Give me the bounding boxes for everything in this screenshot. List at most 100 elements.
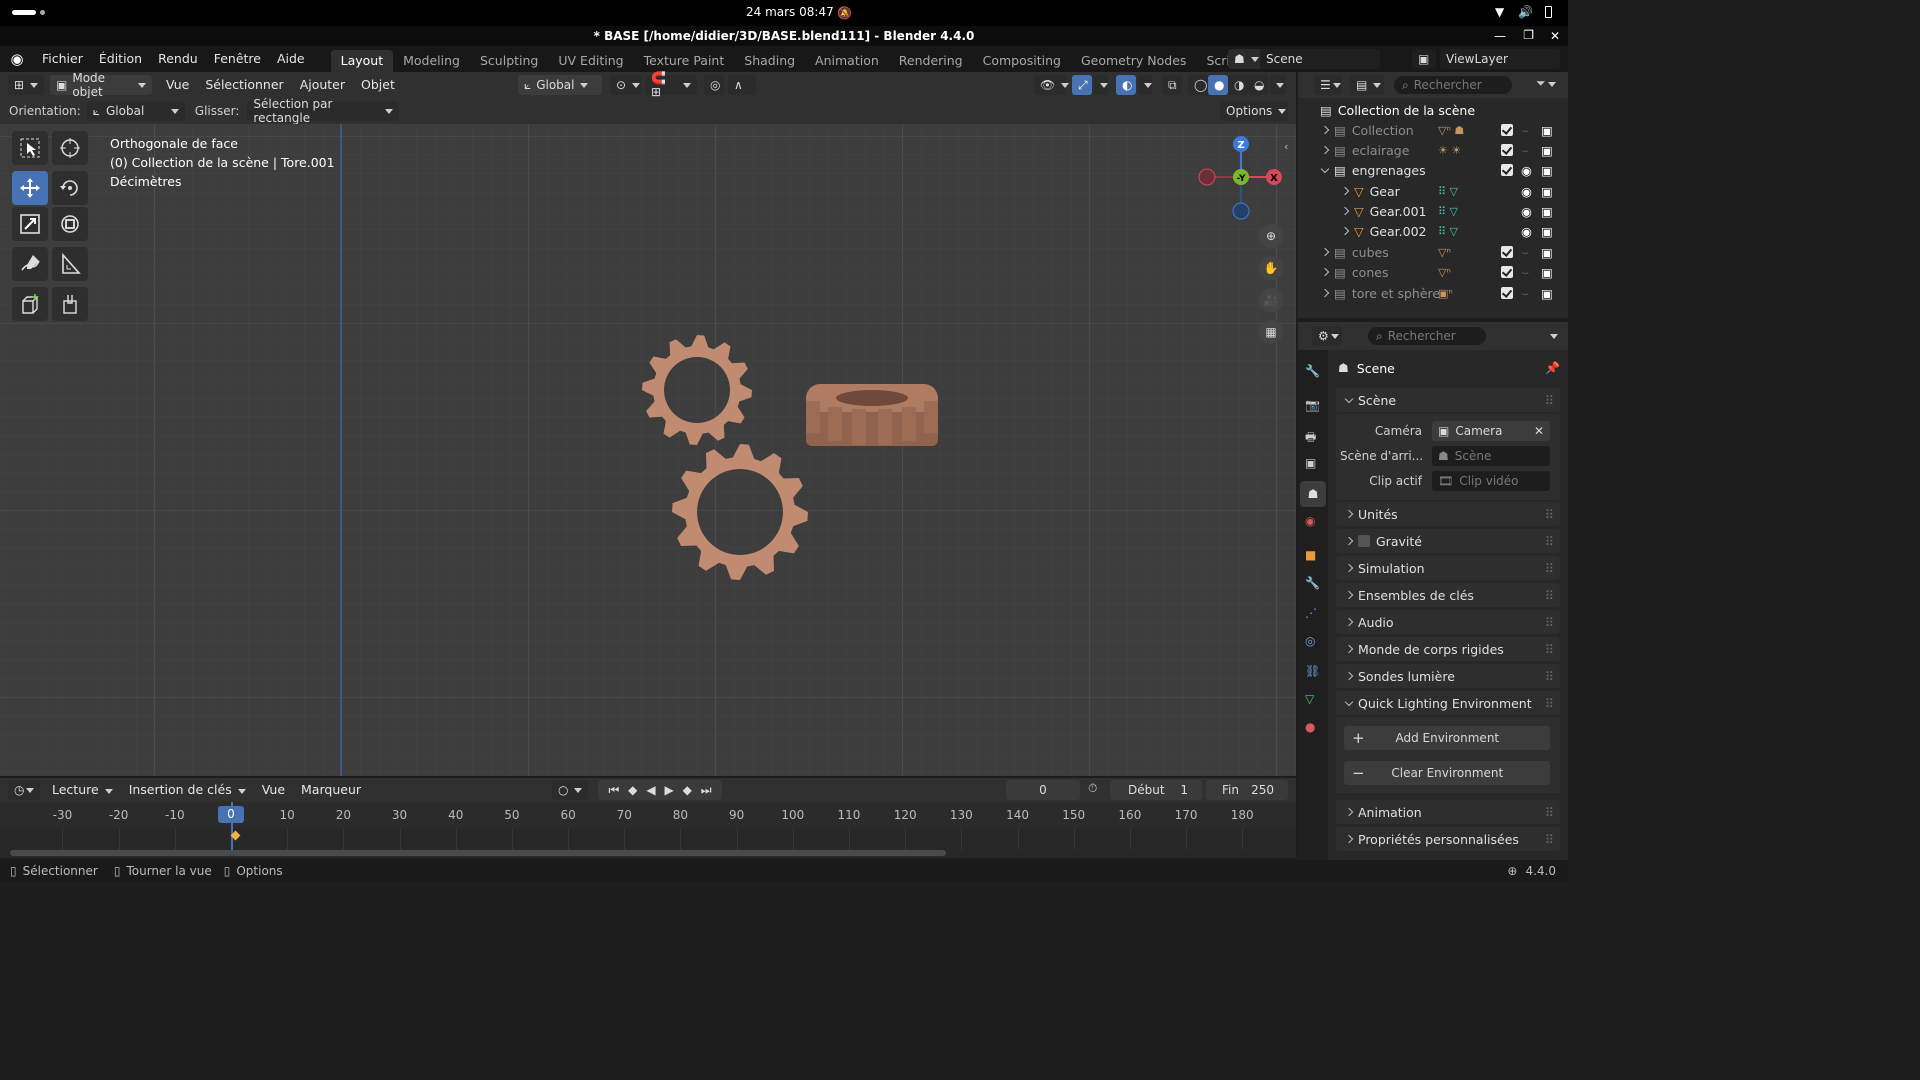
- drag-handle-icon[interactable]: ⠿: [1545, 534, 1554, 549]
- zoom-icon[interactable]: ⊕: [1259, 224, 1283, 248]
- gear-002-object[interactable]: [806, 384, 938, 446]
- filter-icon[interactable]: ⏷: [1536, 76, 1556, 91]
- tab-texture-paint[interactable]: Texture Paint: [634, 50, 735, 72]
- animation-panel-header[interactable]: Animation ⠿: [1336, 800, 1560, 824]
- tab-rendering[interactable]: Rendering: [889, 50, 973, 72]
- outliner-row[interactable]: ▽ Gear.001 ⠿ ▽ ◉ ▣: [1298, 201, 1568, 221]
- measure-tool-icon[interactable]: [52, 247, 88, 281]
- custom-properties-panel-header[interactable]: Propriétés personnalisées ⠿: [1336, 827, 1560, 851]
- mode-selector[interactable]: ▣ Mode objet: [50, 71, 152, 99]
- prev-keyframe-icon[interactable]: ◆: [628, 783, 637, 797]
- pin-icon[interactable]: 📌: [1545, 361, 1560, 375]
- 3d-viewport[interactable]: Orthogonale de face (0) Collection de la…: [0, 124, 1296, 776]
- battery-icon[interactable]: [1545, 6, 1552, 18]
- render-camera-icon[interactable]: ▣: [1541, 143, 1553, 158]
- eye-icon[interactable]: ◉: [1521, 163, 1532, 178]
- tab-compositing[interactable]: Compositing: [973, 50, 1071, 72]
- close-icon[interactable]: ✕: [1550, 26, 1560, 46]
- gizmo-toggle-icon[interactable]: ⤢: [1072, 75, 1092, 95]
- gizmo-neg-z-handle[interactable]: [1232, 202, 1250, 220]
- particles-tab-icon[interactable]: ⋰: [1305, 606, 1317, 620]
- render-camera-icon[interactable]: ▣: [1541, 123, 1553, 138]
- menu-marker[interactable]: Marqueur: [293, 780, 369, 800]
- exclude-checkbox[interactable]: [1501, 144, 1513, 156]
- cursor-tool-icon[interactable]: [52, 131, 88, 165]
- maximize-icon[interactable]: ❐: [1523, 25, 1534, 45]
- overlays-toggle-icon[interactable]: ◐: [1116, 75, 1136, 95]
- gizmo-neg-x-handle[interactable]: [1198, 168, 1216, 186]
- expand-chevron-icon[interactable]: [1320, 125, 1330, 135]
- eye-closed-icon[interactable]: ⌣: [1521, 122, 1529, 138]
- extrude-tool-icon[interactable]: [52, 287, 88, 321]
- play-icon[interactable]: ▶: [664, 783, 673, 797]
- eye-icon[interactable]: ◉: [1521, 184, 1532, 199]
- panel-header[interactable]: Ensembles de clés ⠿: [1336, 583, 1560, 607]
- expand-chevron-icon[interactable]: [1340, 206, 1350, 216]
- render-camera-icon[interactable]: ▣: [1541, 204, 1553, 219]
- expand-chevron-icon[interactable]: [1340, 186, 1350, 196]
- constraints-tab-icon[interactable]: ⛓: [1305, 664, 1320, 678]
- collapse-chevron-icon[interactable]: [1320, 164, 1330, 173]
- volume-icon[interactable]: 🔊: [1518, 5, 1533, 19]
- drag-handle-icon[interactable]: ⠿: [1545, 805, 1554, 820]
- panel-header[interactable]: Simulation ⠿: [1336, 556, 1560, 580]
- drag-handle-icon[interactable]: ⠿: [1545, 507, 1554, 522]
- panel-header[interactable]: Monde de corps rigides ⠿: [1336, 637, 1560, 661]
- timeline-scrollbar[interactable]: [10, 850, 946, 856]
- render-camera-icon[interactable]: ▣: [1541, 265, 1553, 280]
- camera-field[interactable]: ▣ Camera ✕: [1432, 421, 1550, 441]
- transform-orientation-dropdown[interactable]: ⟀ Global: [518, 75, 602, 95]
- wifi-icon[interactable]: ▼: [1495, 5, 1504, 19]
- outliner-row[interactable]: ▤ eclairage ☀ ☀ ⌣ ▣: [1298, 140, 1568, 160]
- eye-closed-icon[interactable]: ⌣: [1521, 285, 1529, 301]
- sidebar-toggle-chevron-icon[interactable]: ‹: [1284, 140, 1288, 153]
- camera-view-icon[interactable]: 🎥: [1259, 288, 1283, 312]
- clear-environment-button[interactable]: − Clear Environment: [1344, 761, 1550, 785]
- menu-keying[interactable]: Insertion de clés: [121, 780, 254, 800]
- clock[interactable]: 24 mars 08:47: [746, 5, 834, 19]
- pan-hand-icon[interactable]: ✋: [1259, 256, 1283, 280]
- drag-handle-icon[interactable]: ⠿: [1545, 561, 1554, 576]
- ortho-toggle-grid-icon[interactable]: ▦: [1259, 320, 1283, 344]
- playhead-frame-badge[interactable]: 0: [218, 806, 244, 823]
- drag-handle-icon[interactable]: ⠿: [1545, 588, 1554, 603]
- menu-help[interactable]: Aide: [269, 46, 313, 72]
- exclude-checkbox[interactable]: [1501, 287, 1513, 299]
- tab-sculpting[interactable]: Sculpting: [470, 50, 548, 72]
- viewlayer-icon[interactable]: ▣: [1412, 49, 1436, 69]
- render-camera-icon[interactable]: ▣: [1541, 286, 1553, 301]
- gear-001-object[interactable]: [672, 444, 808, 580]
- scale-tool-icon[interactable]: [12, 207, 48, 241]
- timeline-area[interactable]: -30 -20 -10 10 20 30 40 50 60 70 80 90 100 110 120 130 1…: [0, 802, 1296, 858]
- drag-handle-icon[interactable]: ⠿: [1545, 669, 1554, 684]
- modifier-tab-icon[interactable]: 🔧: [1305, 576, 1320, 590]
- falloff-icon[interactable]: ∧: [728, 75, 756, 95]
- outliner-search-input[interactable]: ⌕ Rechercher: [1394, 76, 1512, 94]
- menu-object[interactable]: Objet: [353, 75, 403, 95]
- options-dropdown[interactable]: Options: [1220, 101, 1288, 121]
- minimize-icon[interactable]: —: [1494, 26, 1506, 46]
- proportional-edit-icon[interactable]: ◎: [704, 75, 724, 95]
- overlays-dropdown[interactable]: [1138, 75, 1152, 95]
- gravity-checkbox[interactable]: [1358, 535, 1370, 547]
- properties-editor-type-icon[interactable]: ⚙: [1312, 326, 1342, 346]
- transform-tool-icon[interactable]: [52, 207, 88, 241]
- render-tab-icon[interactable]: 📷: [1305, 398, 1320, 412]
- visibility-button[interactable]: 👁: [1034, 75, 1070, 95]
- eye-closed-icon[interactable]: ⌣: [1521, 142, 1529, 158]
- blender-logo-icon[interactable]: ◉: [0, 50, 34, 68]
- menu-select[interactable]: Sélectionner: [197, 75, 291, 95]
- tool-tab-icon[interactable]: 🔧: [1305, 364, 1320, 378]
- start-frame-field[interactable]: Début 1: [1110, 780, 1202, 800]
- pivot-point-button[interactable]: ⊙: [610, 75, 642, 95]
- eye-closed-icon[interactable]: ⌣: [1521, 264, 1529, 280]
- eye-icon[interactable]: ◉: [1521, 204, 1532, 219]
- annotate-tool-icon[interactable]: [12, 247, 48, 281]
- next-keyframe-icon[interactable]: ◆: [683, 783, 692, 797]
- outliner-row[interactable]: ▽ Gear ⠿ ▽ ◉ ▣: [1298, 181, 1568, 201]
- stopwatch-icon[interactable]: ⏱: [1088, 781, 1097, 796]
- output-tab-icon[interactable]: 🖶: [1305, 428, 1316, 449]
- drag-handle-icon[interactable]: ⠿: [1545, 393, 1554, 408]
- jump-start-icon[interactable]: ⏮: [608, 783, 619, 798]
- render-camera-icon[interactable]: ▣: [1541, 245, 1553, 260]
